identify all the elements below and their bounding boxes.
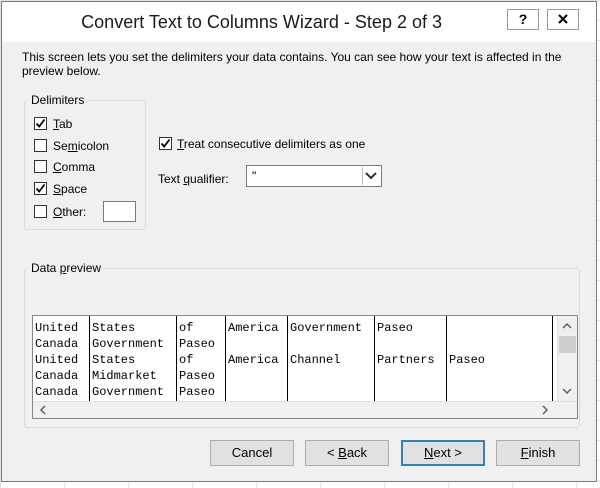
delimiters-group-label: Delimiters [28,93,88,107]
checkmark-icon [35,118,46,128]
preview-column-7[interactable]: Paseo [446,316,552,401]
preview-column-text: Government Channel [290,321,363,367]
title-bar: Convert Text to Columns Wizard - Step 2 … [2,2,596,42]
scroll-down-icon[interactable] [558,383,576,399]
other-delimiter-input[interactable] [103,201,136,222]
scroll-right-icon[interactable] [537,402,553,418]
data-preview-label: Data preview [28,261,105,275]
chevron-down-icon[interactable] [362,167,380,185]
preview-column-1[interactable]: United Canada United Canada Canada [33,316,89,401]
semicolon-checkbox[interactable] [34,139,47,152]
preview-column-text: of Paseo of Paseo Paseo [179,321,216,399]
space-checkbox[interactable] [34,182,47,195]
preview-column-end-line [552,316,553,401]
back-button[interactable]: < Back [305,440,389,466]
scroll-up-icon[interactable] [558,318,576,334]
comma-checkbox[interactable] [34,160,47,173]
consecutive-delimiters-label: Treat consecutive delimiters as one [177,137,366,151]
semicolon-label: Semicolon [53,139,110,153]
cancel-button[interactable]: Cancel [210,440,294,466]
dialog-description: This screen lets you set the delimiters … [22,50,562,78]
checkmark-icon [35,183,46,193]
text-qualifier-value: " [252,169,257,183]
preview-column-text: Paseo [449,353,486,367]
scroll-left-icon[interactable] [35,402,51,418]
consecutive-delimiters-checkbox[interactable] [159,137,172,150]
preview-column-6[interactable]: Paseo Partners [374,316,446,401]
text-qualifier-select[interactable]: " [246,165,382,187]
preview-column-3[interactable]: of Paseo of Paseo Paseo [176,316,225,401]
preview-column-text: United Canada United Canada Canada [35,321,79,399]
dialog-title: Convert Text to Columns Wizard - Step 2 … [81,12,442,32]
preview-column-text: America America [228,321,279,367]
horizontal-scrollbar[interactable] [33,401,577,418]
other-checkbox[interactable] [34,205,47,218]
tab-label: Tab [53,117,73,131]
help-button[interactable]: ? [507,9,539,30]
checkmark-icon [160,138,171,148]
finish-button[interactable]: Finish [496,440,580,466]
comma-label: Comma [53,160,96,174]
space-label: Space [53,182,88,196]
preview-column-text: States Government States Midmarket Gover… [92,321,165,399]
preview-column-5[interactable]: Government Channel [287,316,374,401]
tab-checkbox[interactable] [34,117,47,130]
vertical-scrollbar[interactable] [557,316,577,401]
preview-column-4[interactable]: America America [225,316,287,401]
text-qualifier-label: Text qualifier: [158,172,229,186]
close-button[interactable] [547,9,579,30]
preview-column-2[interactable]: States Government States Midmarket Gover… [89,316,176,401]
next-button[interactable]: Next > [401,440,485,466]
vertical-scroll-thumb[interactable] [559,336,576,353]
text-to-columns-dialog: Convert Text to Columns Wizard - Step 2 … [1,1,597,482]
other-label: Other: [53,205,87,219]
data-preview-grid[interactable]: United Canada United Canada Canada States… [32,315,578,419]
preview-column-text: Paseo Partners [377,321,435,367]
close-icon [558,14,568,24]
